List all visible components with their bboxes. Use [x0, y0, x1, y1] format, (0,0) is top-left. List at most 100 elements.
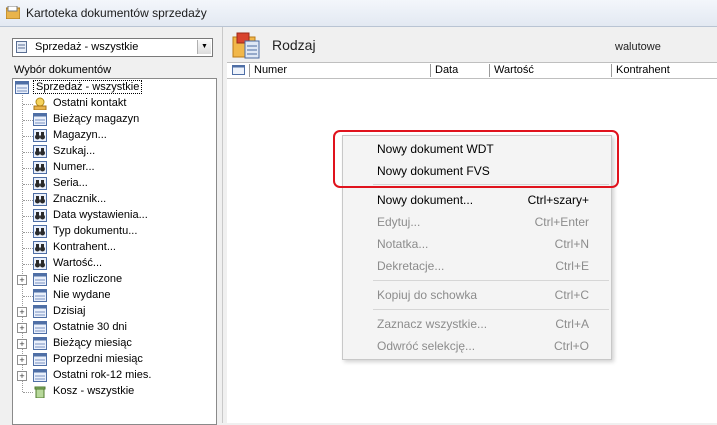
tree-item[interactable]: Seria...	[33, 176, 211, 192]
menu-item-edytuj[interactable]: Edytuj... Ctrl+Enter	[377, 215, 589, 231]
trash-icon	[34, 386, 46, 398]
tree-line	[23, 264, 33, 265]
menu-item-kopiuj[interactable]: Kopiuj do schowka Ctrl+C	[377, 288, 589, 304]
tree-item[interactable]: Numer...	[33, 160, 211, 176]
menu-item-label: Odwróć selekcję...	[377, 339, 476, 353]
table-header: Numer Data Wartość Kontrahent	[227, 62, 717, 79]
tree-item-label: Dzisiaj	[53, 305, 86, 317]
menu-item-label: Zaznacz wszystkie...	[377, 317, 488, 331]
document-tree[interactable]: Sprzedaż - wszystkie Ostatni kontakt Bież…	[12, 78, 217, 425]
tree-item-root[interactable]: Sprzedaż - wszystkie	[15, 80, 211, 96]
tree-line	[23, 232, 33, 233]
menu-item-notatka[interactable]: Notatka... Ctrl+N	[377, 237, 589, 253]
tree-item-label: Data wystawienia...	[53, 209, 148, 221]
contact-icon	[33, 97, 47, 110]
expand-icon[interactable]: +	[17, 371, 27, 381]
walutowe-label: walutowe	[615, 41, 661, 53]
tree-item[interactable]: Kontrahent...	[33, 240, 211, 256]
left-pane: Sprzedaż - wszystkie ▼ Wybór dokumentów …	[0, 27, 222, 425]
expand-icon[interactable]: +	[17, 307, 27, 317]
tree-line	[23, 152, 33, 153]
tree-item-label: Seria...	[53, 177, 88, 189]
binoculars-icon	[33, 193, 47, 206]
tree-item-label: Magazyn...	[53, 129, 107, 141]
menu-item-shortcut: Ctrl+E	[555, 259, 589, 273]
binoculars-icon	[33, 241, 47, 254]
tree-item[interactable]: Typ dokumentu...	[33, 224, 211, 240]
menu-item-label: Notatka...	[377, 237, 429, 251]
document-icon	[16, 41, 27, 53]
tree-item-label: Sprzedaż - wszystkie	[33, 80, 143, 94]
menu-item-shortcut: Ctrl+C	[554, 288, 589, 302]
binoculars-icon	[33, 225, 47, 238]
tree-item[interactable]: Magazyn...	[33, 128, 211, 144]
tree-item[interactable]: Data wystawienia...	[33, 208, 211, 224]
tree-item[interactable]: Bieżący miesiąc	[33, 336, 211, 352]
window-title: Kartoteka dokumentów sprzedaży	[26, 6, 207, 20]
tree-item[interactable]: Ostatni kontakt	[33, 96, 211, 112]
menu-item-shortcut: Ctrl+Enter	[534, 215, 589, 229]
menu-item-nowy-dokument[interactable]: Nowy dokument... Ctrl+szary+	[377, 193, 589, 209]
chevron-down-icon[interactable]: ▼	[197, 40, 211, 54]
menu-item-zaznacz-wszystkie[interactable]: Zaznacz wszystkie... Ctrl+A	[377, 317, 589, 333]
tree-item-label: Kontrahent...	[53, 241, 116, 253]
tree-item[interactable]: Dzisiaj	[33, 304, 211, 320]
tree-line	[23, 200, 33, 201]
tree-item[interactable]: Kosz - wszystkie	[33, 384, 211, 400]
binoculars-icon	[33, 129, 47, 142]
tree-item[interactable]: Nie rozliczone	[33, 272, 211, 288]
tree-item-label: Ostatni kontakt	[53, 97, 127, 109]
tree-line	[23, 216, 33, 217]
binoculars-icon	[33, 177, 47, 190]
menu-item-label: Kopiuj do schowka	[377, 288, 478, 302]
document-list-icon	[33, 113, 47, 126]
tree-item[interactable]: Znacznik...	[33, 192, 211, 208]
tree-item-label: Szukaj...	[53, 145, 96, 157]
binoculars-icon	[33, 161, 47, 174]
tree-line	[23, 184, 33, 185]
expand-icon[interactable]: +	[17, 339, 27, 349]
document-list-icon	[15, 81, 29, 94]
tree-item[interactable]: Nie wydane	[33, 288, 211, 304]
document-list-icon	[33, 273, 47, 286]
title-bar: Kartoteka dokumentów sprzedaży	[0, 0, 717, 27]
menu-item-label: Edytuj...	[377, 215, 421, 229]
tree-line	[23, 248, 33, 249]
expand-icon[interactable]: +	[17, 323, 27, 333]
tree-line	[23, 120, 33, 121]
document-list-icon	[33, 305, 47, 318]
document-filter-combo[interactable]: Sprzedaż - wszystkie ▼	[12, 38, 213, 57]
tree-item[interactable]: Poprzedni miesiąc	[33, 352, 211, 368]
tree-item-label: Nie rozliczone	[53, 273, 123, 285]
menu-item-label: Nowy dokument...	[377, 193, 474, 207]
page-title: Rodzaj	[272, 37, 316, 53]
tree-item-label: Wartość...	[53, 257, 103, 269]
tree-item-label: Bieżący miesiąc	[53, 337, 132, 349]
select-all-icon[interactable]	[232, 65, 245, 75]
tree-item[interactable]: Ostatnie 30 dni	[33, 320, 211, 336]
menu-item-odwroc-selekcje[interactable]: Odwróć selekcję... Ctrl+O	[377, 339, 589, 355]
expand-icon[interactable]: +	[17, 275, 27, 285]
tree-item-label: Typ dokumentu...	[53, 225, 138, 237]
column-header-numer[interactable]: Numer	[249, 64, 429, 77]
tree-line	[23, 136, 33, 137]
menu-item-shortcut: Ctrl+szary+	[527, 193, 589, 207]
column-header-kontrahent[interactable]: Kontrahent	[611, 64, 716, 77]
tree-item-label: Nie wydane	[53, 289, 111, 301]
tree-item[interactable]: Ostatni rok-12 mies.	[33, 368, 211, 384]
tree-item[interactable]: Bieżący magazyn	[33, 112, 211, 128]
expand-icon[interactable]: +	[17, 355, 27, 365]
highlight-frame	[333, 130, 619, 188]
tree-line	[23, 104, 33, 105]
tree-item[interactable]: Szukaj...	[33, 144, 211, 160]
column-header-data[interactable]: Data	[430, 64, 488, 77]
column-header-wartosc[interactable]: Wartość	[489, 64, 610, 77]
menu-separator	[373, 309, 609, 310]
tree-item[interactable]: Wartość...	[33, 256, 211, 272]
menu-separator	[373, 280, 609, 281]
right-header: Rodzaj walutowe	[227, 27, 717, 62]
tree-item-label: Kosz - wszystkie	[53, 385, 135, 397]
menu-item-dekretacje[interactable]: Dekretacje... Ctrl+E	[377, 259, 589, 275]
tree-item-label: Bieżący magazyn	[53, 113, 140, 125]
combo-value: Sprzedaż - wszystkie	[35, 41, 139, 53]
